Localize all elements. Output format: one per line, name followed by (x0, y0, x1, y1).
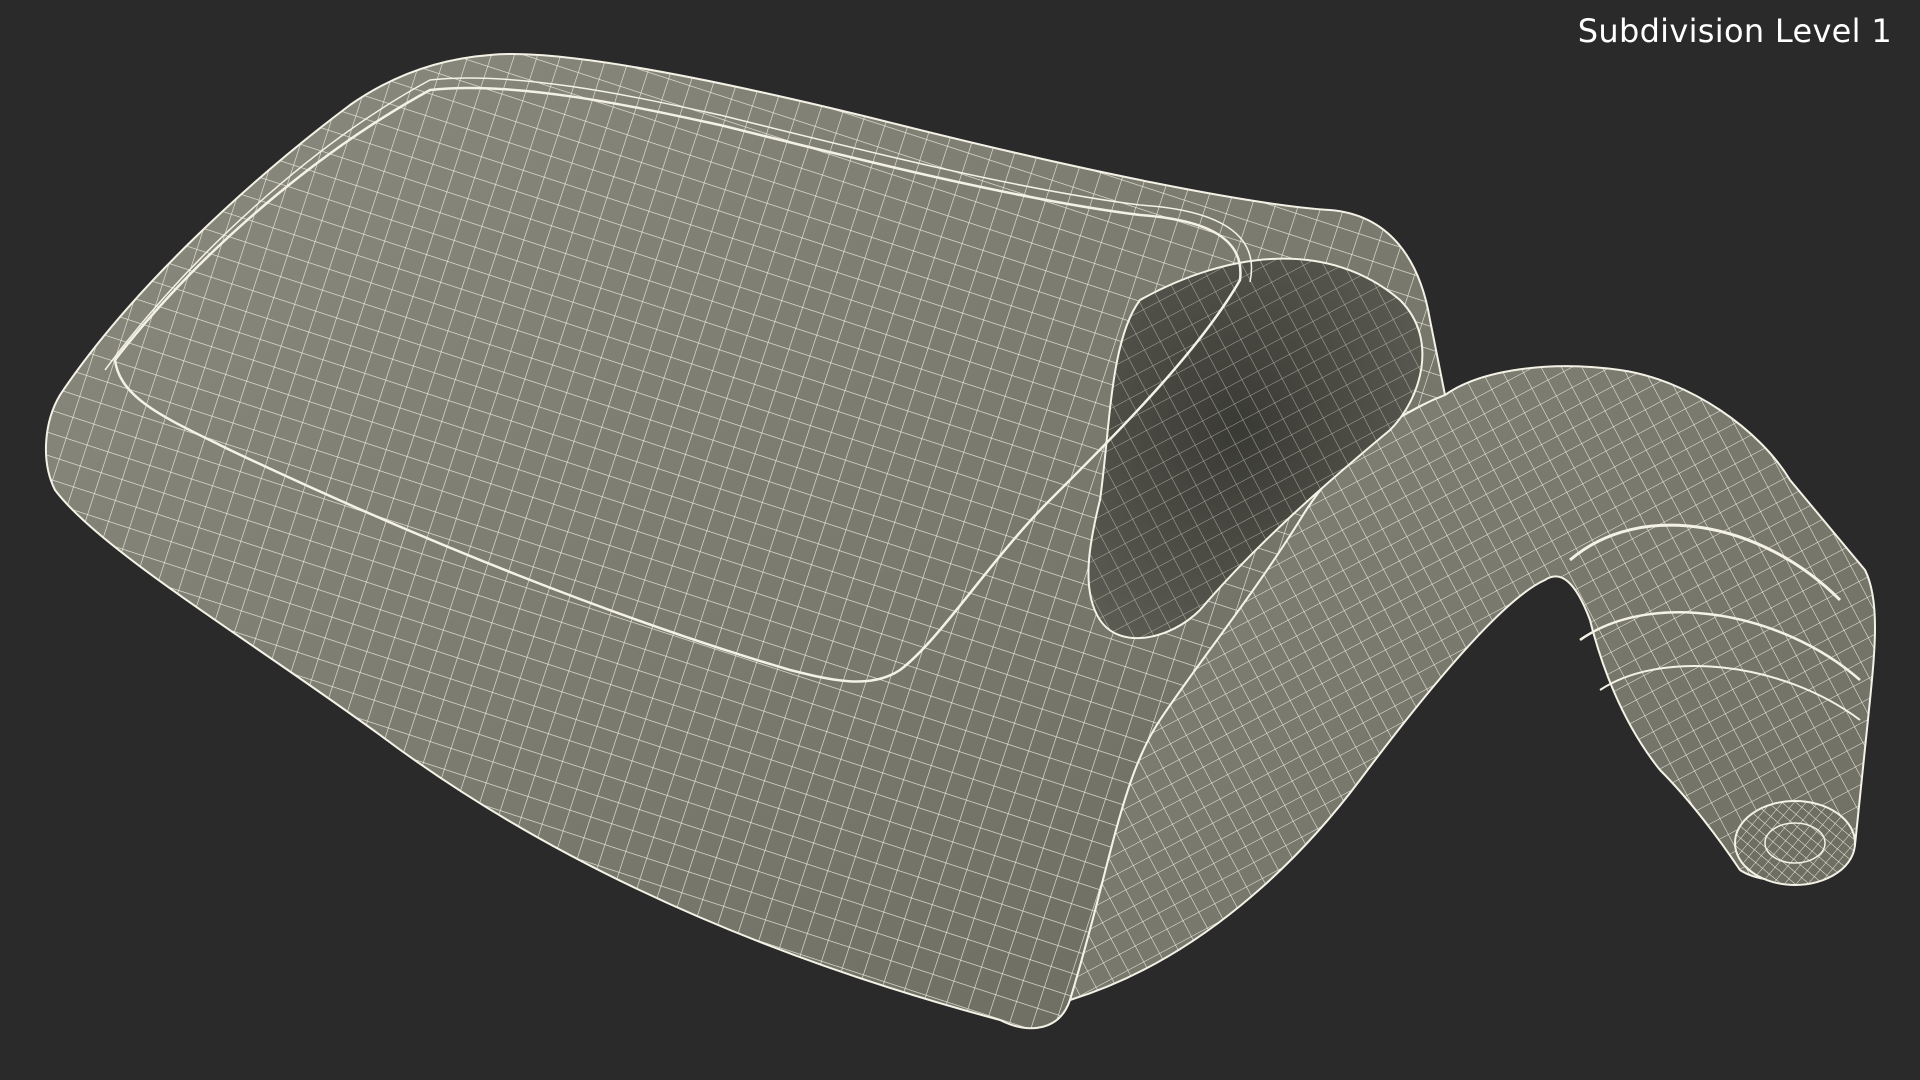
subdivision-level-label: Subdivision Level 1 (1577, 12, 1892, 50)
render-viewport: Subdivision Level 1 (0, 0, 1920, 1080)
wireframe-render (45, 53, 1876, 1030)
